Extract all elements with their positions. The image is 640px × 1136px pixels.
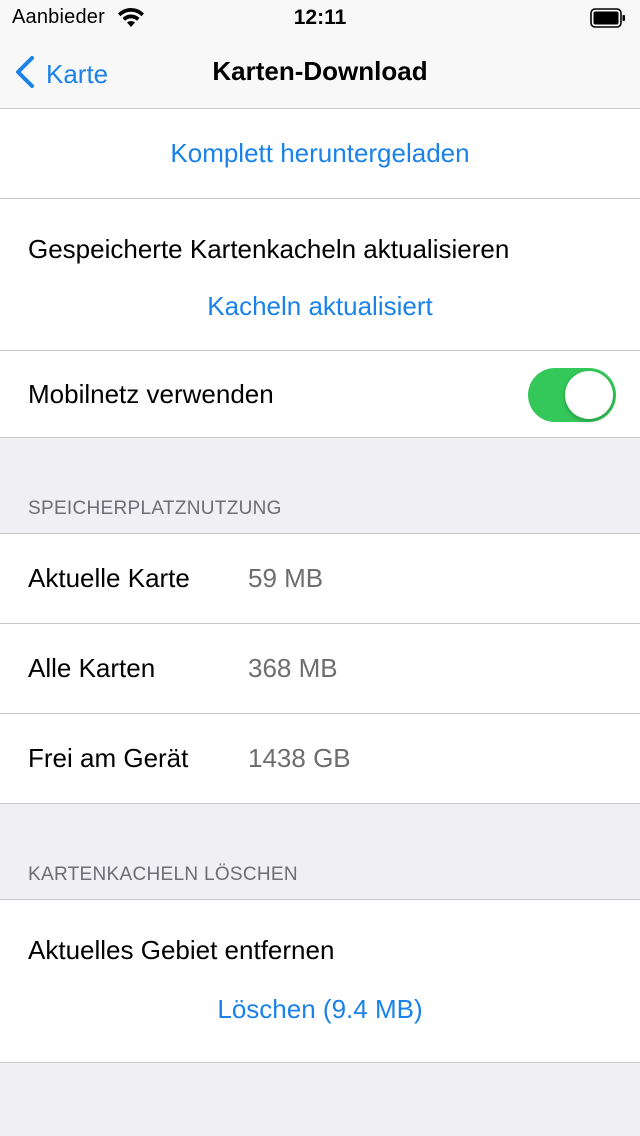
storage-row-value: 1438 GB	[248, 743, 351, 773]
status-bar: Aanbieder 12:11	[0, 0, 640, 40]
page-title: Karten-Download	[212, 56, 428, 86]
mobile-data-toggle[interactable]	[528, 368, 616, 422]
delete-group: Aktuelles Gebiet entfernen Löschen (9.4 …	[0, 899, 640, 1063]
update-tiles-status-link[interactable]: Kacheln aktualisiert	[0, 275, 640, 350]
storage-row-label: Frei am Gerät	[28, 743, 189, 773]
status-time: 12:11	[293, 6, 347, 29]
storage-section-header: SPEICHERPLATZNUTZUNG	[28, 498, 282, 519]
storage-row-label: Alle Karten	[28, 653, 156, 683]
update-tiles-label: Gespeicherte Kartenkacheln aktualisieren	[28, 234, 510, 264]
download-status-group: Komplett heruntergeladen	[0, 109, 640, 199]
storage-row-value: 59 MB	[248, 563, 324, 593]
mobile-data-group: Mobilnetz verwenden	[0, 351, 640, 438]
storage-row-current-map: Aktuelle Karte 59 MB	[0, 534, 640, 623]
storage-row-value: 368 MB	[248, 653, 338, 683]
delete-area-label: Aktuelles Gebiet entfernen	[28, 935, 335, 965]
update-tiles-row: Gespeicherte Kartenkacheln aktualisieren	[0, 199, 640, 275]
download-status-link[interactable]: Komplett heruntergeladen	[0, 109, 640, 198]
delete-section-header: KARTENKACHELN LÖSCHEN	[28, 864, 298, 885]
mobile-data-row: Mobilnetz verwenden	[0, 351, 640, 437]
delete-area-row: Aktuelles Gebiet entfernen	[0, 900, 640, 976]
delete-button[interactable]: Löschen (9.4 MB)	[0, 976, 640, 1062]
mobile-data-label: Mobilnetz verwenden	[28, 378, 274, 409]
storage-group: Aktuelle Karte 59 MB Alle Karten 368 MB …	[0, 533, 640, 804]
navigation-bar: Karte Karten-Download	[0, 40, 640, 109]
update-tiles-group: Gespeicherte Kartenkacheln aktualisieren…	[0, 199, 640, 351]
storage-row-label: Aktuelle Karte	[28, 563, 190, 593]
battery-icon	[590, 8, 626, 28]
settings-content: Komplett heruntergeladen Gespeicherte Ka…	[0, 109, 640, 1063]
storage-row-free-on-device: Frei am Gerät 1438 GB	[0, 714, 640, 803]
storage-row-all-maps: Alle Karten 368 MB	[0, 624, 640, 713]
toggle-knob	[565, 371, 613, 419]
